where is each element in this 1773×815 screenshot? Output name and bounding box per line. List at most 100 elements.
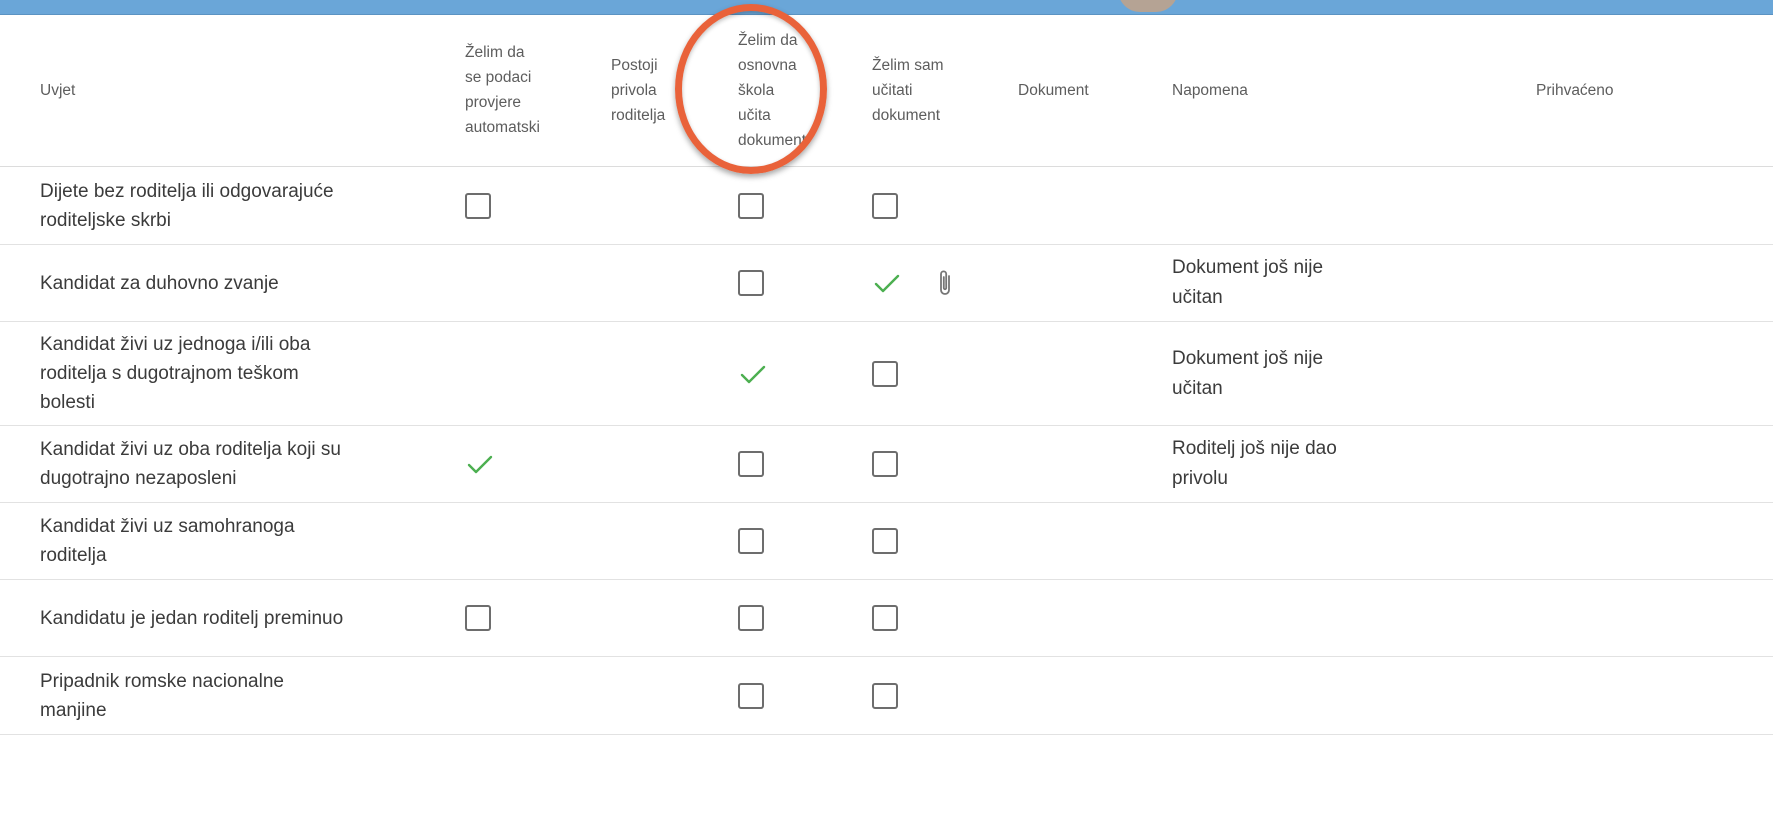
sam-upload-checkbox[interactable]	[872, 192, 898, 219]
top-accent-shape	[1118, 0, 1178, 12]
privola-cell	[611, 166, 738, 245]
condition-label-cell: Kandidat za duhovno zvanje	[0, 244, 465, 322]
auto-check-checkbox[interactable]	[465, 605, 491, 632]
napomena-cell	[1172, 166, 1436, 245]
condition-label-cell: Kandidatu je jedan roditelj preminuo	[0, 579, 465, 657]
napomena-text: učitan	[1172, 287, 1223, 308]
sam-upload-cell	[872, 244, 1018, 322]
napomena-cell	[1172, 502, 1436, 580]
privola-cell	[611, 579, 738, 657]
sam-upload-checkbox[interactable]	[872, 682, 898, 709]
condition-label: Kandidat živi uz samohranoga	[40, 516, 295, 537]
skola-upload-checkbox[interactable]	[738, 605, 764, 632]
header-sam-line: Želim sam	[872, 56, 944, 74]
skola-upload-cell	[738, 425, 872, 503]
skola-upload-checkbox[interactable]	[738, 192, 764, 219]
header-skola-line: osnovna	[738, 56, 797, 74]
sam-upload-cell	[872, 321, 1018, 426]
header-sam-line: dokument	[872, 106, 941, 124]
table-row: Kandidat za duhovno zvanje Dokument još n…	[0, 244, 1773, 322]
prihvaceno-cell	[1436, 579, 1773, 657]
sam-upload-cell	[872, 166, 1018, 245]
condition-label-cell: Kandidat živi uz oba roditelja koji su du…	[0, 425, 465, 503]
table-row: Pripadnik romske nacionalne manjine	[0, 656, 1773, 735]
header-privola: Postoji privola roditelja	[611, 14, 738, 167]
privola-cell	[611, 502, 738, 580]
condition-label-cell: Kandidat živi uz samohranoga roditelja	[0, 502, 465, 580]
table-row: Kandidatu je jedan roditelj preminuo	[0, 579, 1773, 657]
table-row: Dijete bez roditelja ili odgovarajuće rod…	[0, 166, 1773, 245]
sam-upload-checkbox[interactable]	[872, 605, 898, 632]
napomena-text: Dokument još nije	[1172, 347, 1324, 369]
header-privola-line: privola	[611, 81, 657, 99]
table-row: Kandidat živi uz jednoga i/ili oba rodite…	[0, 321, 1773, 426]
header-skola-upload: Želim da osnovna škola učita dokument	[738, 14, 872, 167]
skola-upload-cell	[738, 502, 872, 580]
prihvaceno-cell	[1436, 321, 1773, 426]
header-prihvaceno: Prihvaćeno	[1436, 14, 1773, 167]
table-row: Kandidat živi uz samohranoga roditelja	[0, 502, 1773, 580]
header-napomena: Napomena	[1172, 14, 1436, 167]
skola-upload-cell	[738, 579, 872, 657]
prihvaceno-cell	[1436, 502, 1773, 580]
header-skola-line: škola	[738, 81, 775, 99]
header-auto-line: provjere	[465, 94, 521, 111]
dokument-cell	[1018, 502, 1172, 580]
auto-check-cell	[465, 656, 611, 735]
header-skola-line: učita	[738, 106, 771, 124]
paperclip-icon[interactable]	[936, 268, 954, 298]
table-row: Kandidat živi uz oba roditelja koji su du…	[0, 425, 1773, 503]
prihvaceno-cell	[1436, 244, 1773, 322]
condition-label-cell: Dijete bez roditelja ili odgovarajuće rod…	[0, 166, 465, 245]
dokument-cell	[1018, 244, 1172, 322]
header-uvjet: Uvjet	[0, 14, 465, 167]
header-auto-line: automatski	[465, 119, 540, 136]
skola-upload-checkbox[interactable]	[738, 451, 764, 478]
sam-upload-checkbox[interactable]	[872, 360, 898, 387]
napomena-text: učitan	[1172, 377, 1223, 399]
header-sam-upload: Želim sam učitati dokument	[872, 14, 1018, 167]
condition-label: Dijete bez roditelja ili odgovarajuće	[40, 180, 334, 202]
dokument-cell	[1018, 321, 1172, 426]
auto-check-cell	[465, 321, 611, 426]
condition-label: Pripadnik romske nacionalne	[40, 670, 284, 692]
napomena-cell	[1172, 579, 1436, 657]
dokument-cell	[1018, 656, 1172, 735]
skola-upload-checkbox[interactable]	[738, 528, 764, 555]
prihvaceno-cell	[1436, 425, 1773, 503]
napomena-text: Roditelj još nije dao	[1172, 438, 1337, 459]
header-dokument: Dokument	[1018, 14, 1172, 167]
skola-upload-cell	[738, 656, 872, 735]
condition-label: manjine	[40, 699, 107, 721]
condition-label: roditelja	[40, 545, 107, 566]
auto-check-cell	[465, 244, 611, 322]
prihvaceno-cell	[1436, 656, 1773, 735]
sam-upload-checkbox[interactable]	[872, 528, 898, 555]
napomena-cell: Dokument još nije učitan	[1172, 321, 1436, 426]
condition-label: Kandidat za duhovno zvanje	[40, 272, 279, 294]
header-privola-line: roditelja	[611, 106, 666, 124]
condition-label: bolesti	[40, 392, 95, 413]
skola-upload-cell	[738, 321, 872, 426]
privola-cell	[611, 425, 738, 503]
condition-label: Kandidatu je jedan roditelj preminuo	[40, 607, 344, 629]
auto-check-cell	[465, 425, 611, 503]
napomena-cell: Roditelj još nije dao privolu	[1172, 425, 1436, 503]
dokument-cell	[1018, 579, 1172, 657]
skola-upload-checkbox[interactable]	[738, 682, 764, 709]
auto-check-checkbox[interactable]	[465, 192, 491, 219]
auto-check-cell	[465, 579, 611, 657]
header-privola-line: Postoji	[611, 56, 658, 74]
condition-label-cell: Kandidat živi uz jednoga i/ili oba rodite…	[0, 321, 465, 426]
napomena-text: Dokument još nije	[1172, 257, 1324, 278]
checkmark-icon	[872, 272, 902, 293]
header-auto-line: Želim da	[465, 44, 525, 61]
checkmark-icon	[738, 363, 768, 384]
skola-upload-checkbox[interactable]	[738, 270, 764, 297]
napomena-cell	[1172, 656, 1436, 735]
condition-label: Kandidat živi uz oba roditelja koji su	[40, 439, 342, 460]
condition-label-cell: Pripadnik romske nacionalne manjine	[0, 656, 465, 735]
sam-upload-checkbox[interactable]	[872, 451, 898, 478]
condition-label: roditelja s dugotrajnom teškom	[40, 363, 299, 384]
condition-label: Kandidat živi uz jednoga i/ili oba	[40, 334, 311, 355]
